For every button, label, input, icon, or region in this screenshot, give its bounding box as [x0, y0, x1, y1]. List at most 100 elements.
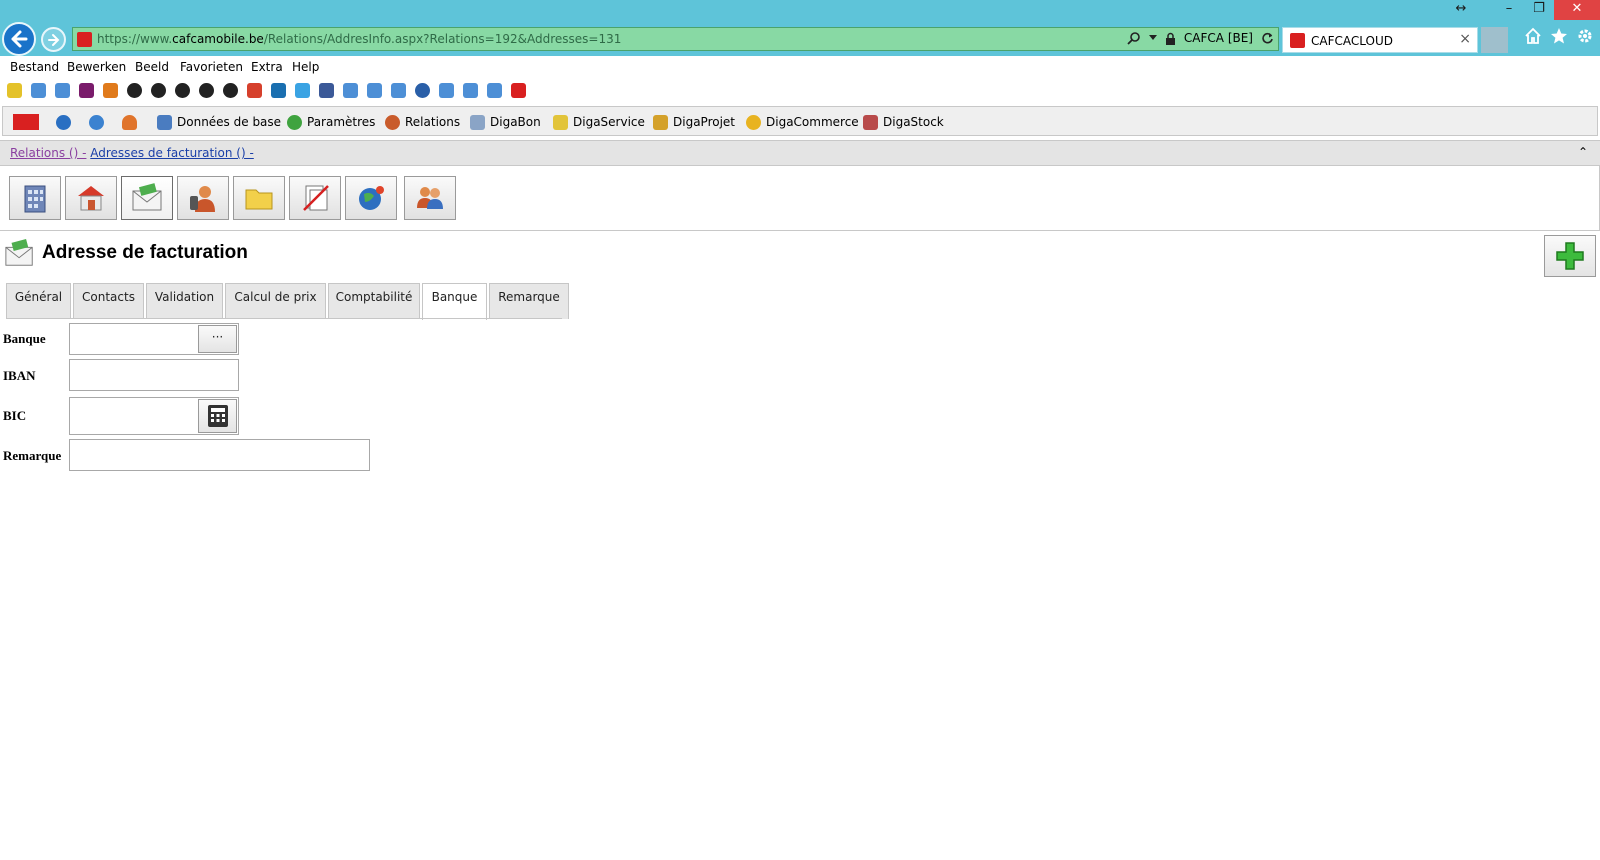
search-icon[interactable] [1127, 31, 1141, 45]
gear-icon[interactable] [1576, 27, 1594, 45]
app-toolbar: Données de base Paramètres Relations Dig… [2, 106, 1598, 136]
menu-bestand[interactable]: Bestand [10, 60, 59, 74]
ie-page-icon[interactable] [31, 83, 46, 98]
warning-badge-icon[interactable] [151, 83, 166, 98]
toolbar-digaprojet[interactable]: DigaProjet [653, 113, 735, 131]
new-tab-button[interactable] [1481, 27, 1508, 53]
ie-page-icon[interactable] [487, 83, 502, 98]
tab-banque[interactable]: Banque [422, 283, 487, 320]
sync-button[interactable] [89, 113, 104, 131]
tab-contacts[interactable]: Contacts [73, 283, 144, 319]
toolbar-digastock[interactable]: DigaStock [863, 113, 944, 131]
ie-page-icon[interactable] [391, 83, 406, 98]
facebook-icon[interactable] [319, 83, 334, 98]
ie-page-icon[interactable] [55, 83, 70, 98]
service-icon [553, 114, 568, 130]
site-identity[interactable]: CAFCA [BE] [1184, 31, 1253, 45]
warning-badge-icon[interactable] [175, 83, 190, 98]
ie-page-icon[interactable] [343, 83, 358, 98]
toolbar-parametres[interactable]: Paramètres [287, 113, 375, 131]
users-button[interactable] [404, 176, 456, 220]
tab-comptabilite[interactable]: Comptabilité [328, 283, 420, 319]
linkedin-icon[interactable] [271, 83, 286, 98]
documents-button[interactable] [233, 176, 285, 220]
restore-button[interactable]: ❐ [1524, 0, 1554, 20]
ie-page-icon[interactable] [367, 83, 382, 98]
remarque-field[interactable] [69, 439, 370, 471]
bic-field[interactable] [69, 397, 239, 435]
tab-close-icon[interactable]: × [1459, 31, 1471, 47]
add-favorite-icon[interactable] [7, 83, 22, 98]
address-bar[interactable]: https://www.cafcamobile.be/Relations/Add… [72, 27, 1279, 51]
tab-general[interactable]: Général [6, 283, 71, 319]
toolbar-digabon[interactable]: DigaBon [470, 113, 541, 131]
warning-badge-icon[interactable] [223, 83, 238, 98]
menu-help[interactable]: Help [292, 60, 319, 74]
breadcrumb-adresses-link[interactable]: Adresses de facturation () - [90, 146, 254, 160]
warning-badge-icon[interactable] [199, 83, 214, 98]
warning-badge-icon[interactable] [127, 83, 142, 98]
company-button[interactable] [9, 176, 61, 220]
browser-nav-bar: https://www.cafcamobile.be/Relations/Add… [0, 20, 1600, 56]
user-icon [122, 114, 137, 130]
banque-field[interactable]: ··· [69, 323, 239, 355]
breadcrumb: Relations () - Adresses de facturation (… [10, 146, 254, 160]
house-package-icon [78, 186, 104, 211]
google-plus-icon[interactable] [247, 83, 262, 98]
tab-validation[interactable]: Validation [146, 283, 223, 319]
collapse-icon[interactable]: ⌃ [1578, 145, 1588, 159]
minimize-button[interactable]: – [1494, 0, 1524, 20]
ie-page-icon[interactable] [439, 83, 454, 98]
browser-tab-active[interactable]: CAFCACLOUD × [1282, 27, 1478, 53]
web-button[interactable] [345, 176, 397, 220]
globe-button[interactable] [56, 113, 71, 131]
tab-favicon-icon [1290, 33, 1305, 48]
star-icon[interactable] [1550, 27, 1568, 45]
globe-icon[interactable] [415, 83, 430, 98]
chevron-down-icon[interactable] [1148, 35, 1157, 41]
tab-remarque[interactable]: Remarque [489, 283, 569, 319]
globe-icon [56, 114, 71, 130]
toolbar-relations[interactable]: Relations [385, 113, 460, 131]
module-icon-panel [0, 166, 1600, 231]
document-icon [470, 114, 485, 130]
twitter-icon[interactable] [295, 83, 310, 98]
home-icon[interactable] [1524, 27, 1542, 45]
refresh-icon[interactable] [1261, 32, 1274, 45]
tab-calcul-de-prix[interactable]: Calcul de prix [225, 283, 326, 319]
forward-button[interactable] [41, 27, 66, 52]
lock-icon[interactable] [1165, 32, 1176, 45]
delivery-address-button[interactable] [65, 176, 117, 220]
add-button[interactable] [1544, 235, 1596, 277]
menu-bar: Bestand Bewerken Beeld Favorieten Extra … [0, 56, 1600, 78]
flag-icon[interactable] [103, 83, 118, 98]
resize-icon[interactable]: ↔ [1446, 0, 1476, 20]
bic-label: BIC [3, 408, 27, 423]
billing-address-button[interactable] [121, 176, 173, 220]
envelope-money-icon [132, 183, 162, 211]
contacts-button[interactable] [177, 176, 229, 220]
user-button[interactable] [122, 113, 137, 131]
cafca-favicon-icon[interactable] [511, 83, 526, 98]
toolbar-donnees-de-base[interactable]: Données de base [157, 113, 281, 131]
close-window-button[interactable]: ✕ [1554, 0, 1600, 20]
cafca-logo[interactable] [13, 113, 39, 131]
toolbar-digacommerce[interactable]: DigaCommerce [746, 113, 859, 131]
menu-beeld[interactable]: Beeld [135, 60, 169, 74]
h-logo-icon[interactable] [79, 83, 94, 98]
banque-lookup-button[interactable]: ··· [198, 325, 237, 353]
menu-extra[interactable]: Extra [251, 60, 283, 74]
breadcrumb-bar: Relations () - Adresses de facturation (… [0, 140, 1600, 166]
toolbar-digaservice[interactable]: DigaService [553, 113, 645, 131]
settings-gear-icon [287, 114, 302, 130]
back-button[interactable] [2, 22, 36, 56]
calculator-icon [207, 405, 228, 427]
bic-calculator-button[interactable] [198, 399, 237, 433]
iban-field[interactable] [69, 359, 239, 391]
breadcrumb-relations-link[interactable]: Relations () - [10, 146, 86, 160]
menu-favorieten[interactable]: Favorieten [180, 60, 243, 74]
url-text: https://www.cafcamobile.be/Relations/Add… [97, 32, 622, 46]
ie-page-icon[interactable] [463, 83, 478, 98]
menu-bewerken[interactable]: Bewerken [67, 60, 126, 74]
no-documents-button[interactable] [289, 176, 341, 220]
